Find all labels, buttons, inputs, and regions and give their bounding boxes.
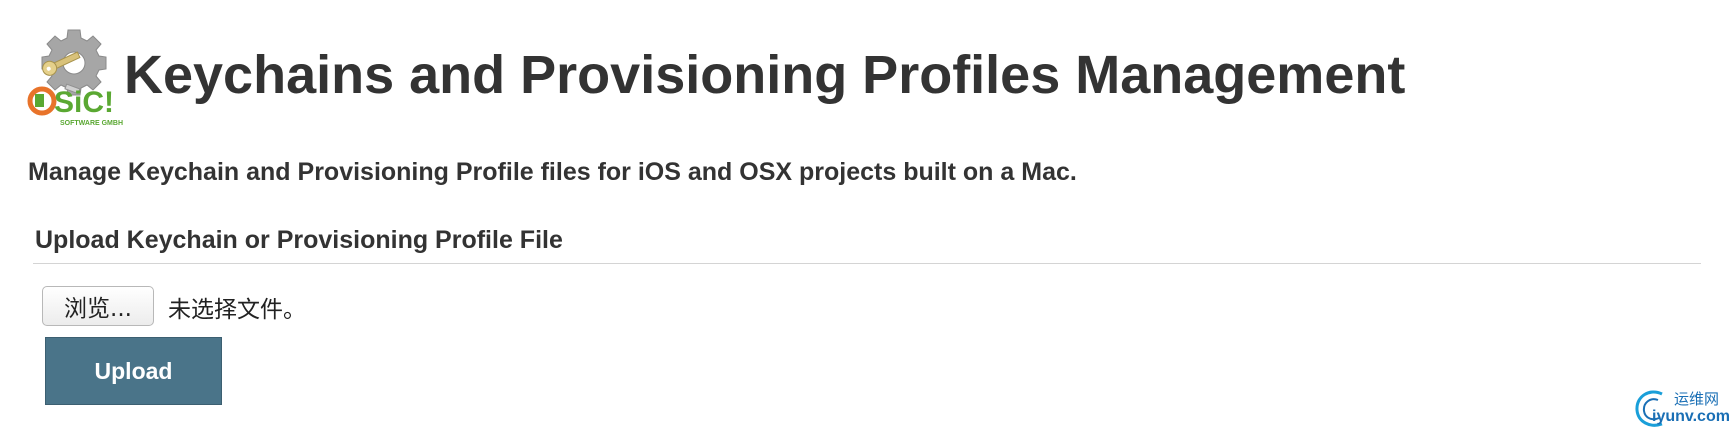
sic-software-logo-icon: SiC! SOFTWARE GMBH: [26, 26, 132, 130]
upload-button[interactable]: Upload: [45, 337, 222, 405]
watermark: 运维网 iyunv.com: [1632, 386, 1736, 432]
upload-section-title: Upload Keychain or Provisioning Profile …: [35, 226, 563, 254]
jenkins-page: SiC! SOFTWARE GMBH Keychains and Provisi…: [0, 0, 1736, 432]
svg-text:SiC!: SiC!: [54, 86, 114, 119]
watermark-cn-text: 运维网: [1674, 390, 1720, 408]
page-title: Keychains and Provisioning Profiles Mana…: [124, 45, 1406, 105]
browse-file-button[interactable]: 浏览...: [42, 286, 154, 326]
page-header: SiC! SOFTWARE GMBH Keychains and Provisi…: [26, 26, 1526, 130]
page-description: Manage Keychain and Provisioning Profile…: [28, 158, 1077, 186]
file-status-text: 未选择文件。: [168, 297, 306, 323]
svg-text:SOFTWARE GMBH: SOFTWARE GMBH: [60, 120, 123, 127]
watermark-url: iyunv.com: [1652, 408, 1730, 425]
section-divider: [33, 263, 1701, 264]
